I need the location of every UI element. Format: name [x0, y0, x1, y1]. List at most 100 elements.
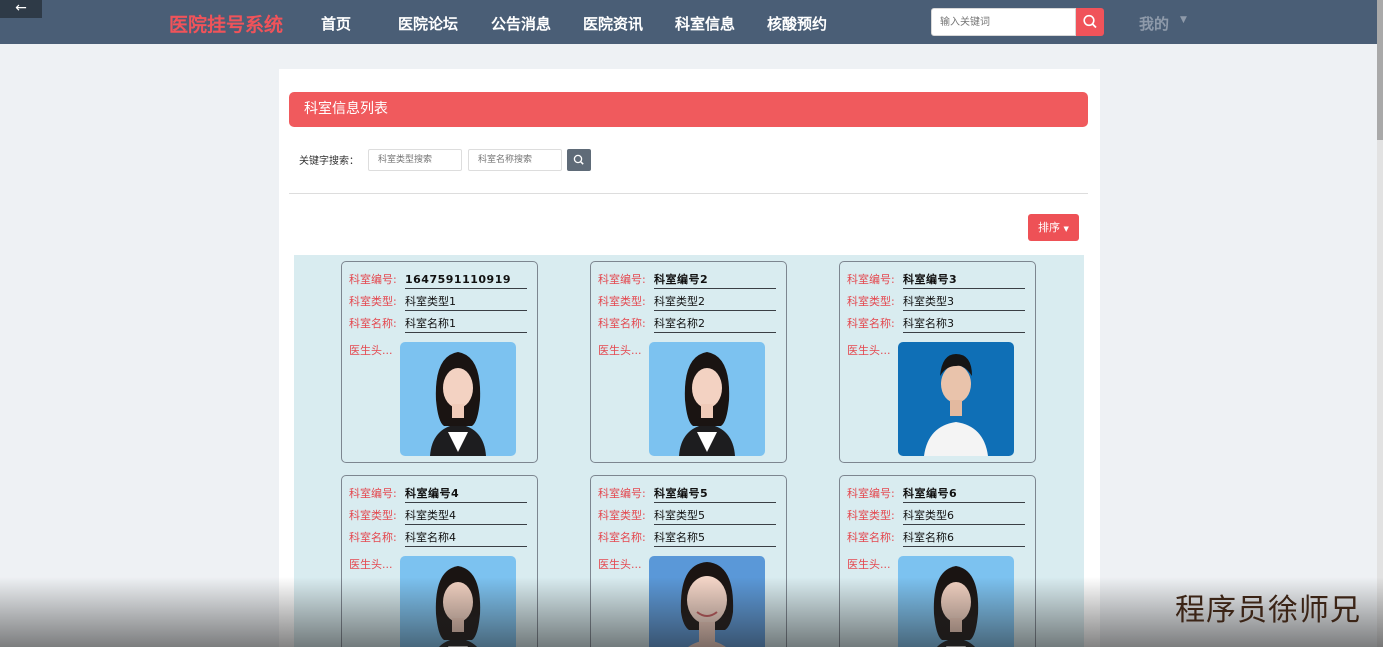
keyword-search-label: 关键字搜索：	[299, 156, 359, 167]
chevron-down-icon: ▼	[1063, 225, 1069, 233]
arrow-left-icon: ←	[15, 0, 27, 16]
nav-item-departments[interactable]: 科室信息	[675, 13, 735, 34]
doctor-photo[interactable]	[649, 342, 765, 456]
field-name: 科室名称: 科室名称3	[847, 316, 1025, 334]
field-name: 科室名称: 科室名称1	[349, 316, 527, 334]
watermark: 程序员徐师兄	[1175, 593, 1361, 628]
department-name: 科室名称6	[903, 530, 1025, 547]
field-label: 科室名称:	[598, 531, 646, 544]
field-type: 科室类型: 科室类型6	[847, 508, 1025, 526]
field-label: 科室名称:	[847, 531, 895, 544]
doctor-photo[interactable]	[898, 556, 1014, 647]
doctor-photo-label: 医生头...	[847, 344, 891, 357]
doctor-photo-label: 医生头...	[598, 558, 642, 571]
department-code: 科室编号3	[903, 272, 1025, 289]
field-name: 科室名称: 科室名称5	[598, 530, 776, 548]
search-button[interactable]	[1076, 8, 1104, 36]
sort-label: 排序	[1038, 221, 1061, 234]
user-menu[interactable]: 我的	[1139, 13, 1169, 34]
nav-item-news[interactable]: 医院资讯	[583, 13, 643, 34]
doctor-photo[interactable]	[898, 342, 1014, 456]
department-name: 科室名称2	[654, 316, 776, 333]
brand-logo[interactable]: 医院挂号系统	[169, 10, 283, 37]
department-card[interactable]: 科室编号: 科室编号5 科室类型: 科室类型5 科室名称: 科室名称5 医生头...	[590, 475, 787, 647]
doctor-photo[interactable]	[400, 556, 516, 647]
department-type: 科室类型4	[405, 508, 527, 525]
filter-search-button[interactable]	[567, 149, 591, 171]
field-code: 科室编号: 1647591110919	[349, 272, 527, 290]
page-scrollbar[interactable]	[1377, 0, 1383, 647]
search-input[interactable]	[931, 8, 1076, 36]
field-label: 科室编号:	[349, 273, 397, 286]
search-icon	[573, 154, 584, 165]
field-type: 科室类型: 科室类型2	[598, 294, 776, 312]
field-label: 科室编号:	[598, 273, 646, 286]
field-label: 科室编号:	[847, 273, 895, 286]
department-type: 科室类型5	[654, 508, 776, 525]
field-label: 科室类型:	[349, 295, 397, 308]
field-code: 科室编号: 科室编号3	[847, 272, 1025, 290]
department-name: 科室名称3	[903, 316, 1025, 333]
department-name-search-input[interactable]	[468, 149, 562, 171]
department-type: 科室类型6	[903, 508, 1025, 525]
field-label: 科室名称:	[349, 317, 397, 330]
department-card[interactable]: 科室编号: 科室编号2 科室类型: 科室类型2 科室名称: 科室名称2 医生头...	[590, 261, 787, 463]
field-type: 科室类型: 科室类型4	[349, 508, 527, 526]
department-type: 科室类型1	[405, 294, 527, 311]
department-name: 科室名称5	[654, 530, 776, 547]
department-card[interactable]: 科室编号: 科室编号4 科室类型: 科室类型4 科室名称: 科室名称4 医生头...	[341, 475, 538, 647]
department-type: 科室类型2	[654, 294, 776, 311]
field-code: 科室编号: 科室编号5	[598, 486, 776, 504]
department-code: 科室编号5	[654, 486, 776, 503]
nav-item-test-booking[interactable]: 核酸预约	[767, 13, 827, 34]
nav-item-forum[interactable]: 医院论坛	[398, 13, 458, 34]
back-button[interactable]: ←	[0, 0, 42, 18]
doctor-photo-label: 医生头...	[847, 558, 891, 571]
field-label: 科室类型:	[598, 509, 646, 522]
department-name: 科室名称1	[405, 316, 527, 333]
field-label: 科室编号:	[349, 487, 397, 500]
field-code: 科室编号: 科室编号4	[349, 486, 527, 504]
field-label: 科室类型:	[847, 509, 895, 522]
field-label: 科室类型:	[349, 509, 397, 522]
top-nav: ← 医院挂号系统 首页 医院论坛 公告消息 医院资讯 科室信息 核酸预约 我的 …	[0, 0, 1383, 44]
field-label: 科室名称:	[349, 531, 397, 544]
department-grid: 科室编号: 1647591110919 科室类型: 科室类型1 科室名称: 科室名称1…	[294, 255, 1084, 647]
department-card[interactable]: 科室编号: 科室编号3 科室类型: 科室类型3 科室名称: 科室名称3 医生头...	[839, 261, 1036, 463]
doctor-photo[interactable]	[400, 342, 516, 456]
department-type-search-input[interactable]	[368, 149, 462, 171]
field-type: 科室类型: 科室类型1	[349, 294, 527, 312]
sort-button[interactable]: 排序 ▼	[1028, 214, 1079, 241]
divider	[289, 193, 1088, 194]
department-code: 科室编号2	[654, 272, 776, 289]
nav-item-home[interactable]: 首页	[321, 13, 351, 34]
field-code: 科室编号: 科室编号6	[847, 486, 1025, 504]
doctor-photo-label: 医生头...	[598, 344, 642, 357]
field-label: 科室编号:	[598, 487, 646, 500]
search-icon	[1083, 14, 1097, 29]
chevron-down-icon: ▼	[1180, 15, 1187, 25]
field-type: 科室类型: 科室类型3	[847, 294, 1025, 312]
field-name: 科室名称: 科室名称2	[598, 316, 776, 334]
department-type: 科室类型3	[903, 294, 1025, 311]
doctor-photo[interactable]	[649, 556, 765, 647]
field-type: 科室类型: 科室类型5	[598, 508, 776, 526]
field-label: 科室类型:	[598, 295, 646, 308]
department-code: 科室编号6	[903, 486, 1025, 503]
content-panel: 科室信息列表 关键字搜索： 排序 ▼ 科室编号: 1647591110919 科室…	[279, 69, 1100, 647]
field-label: 科室名称:	[598, 317, 646, 330]
field-code: 科室编号: 科室编号2	[598, 272, 776, 290]
department-card[interactable]: 科室编号: 1647591110919 科室类型: 科室类型1 科室名称: 科室名称1…	[341, 261, 538, 463]
nav-item-announcements[interactable]: 公告消息	[491, 13, 551, 34]
field-label: 科室编号:	[847, 487, 895, 500]
page-title: 科室信息列表	[289, 92, 1088, 127]
doctor-photo-label: 医生头...	[349, 558, 393, 571]
field-label: 科室类型:	[847, 295, 895, 308]
department-code: 1647591110919	[405, 272, 527, 289]
department-name: 科室名称4	[405, 530, 527, 547]
doctor-photo-label: 医生头...	[349, 344, 393, 357]
field-name: 科室名称: 科室名称6	[847, 530, 1025, 548]
field-label: 科室名称:	[847, 317, 895, 330]
department-card[interactable]: 科室编号: 科室编号6 科室类型: 科室类型6 科室名称: 科室名称6 医生头...	[839, 475, 1036, 647]
scrollbar-thumb[interactable]	[1377, 0, 1383, 140]
